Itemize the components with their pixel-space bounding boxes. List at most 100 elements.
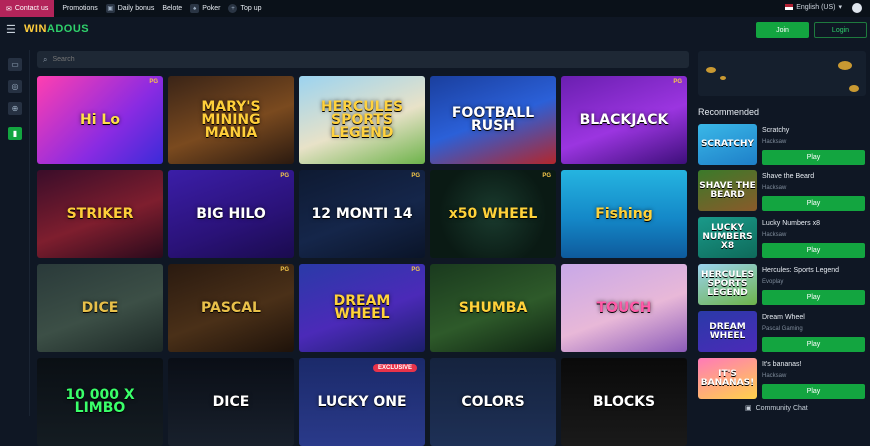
coin-icon <box>849 85 859 92</box>
chevron-down-icon: ▾ <box>838 4 842 11</box>
recommended-heading: Recommended <box>698 107 760 117</box>
game-title: DICE <box>212 393 250 410</box>
nav-poker[interactable]: ♠ Poker <box>190 4 220 13</box>
game-title: SHUMBA <box>458 299 528 316</box>
game-title: STRIKER <box>66 205 134 222</box>
casino-icon[interactable]: ▭ <box>8 58 22 71</box>
game-thumbnail[interactable]: SCRATCHY <box>698 124 757 165</box>
game-thumbnail[interactable]: SHAVE THE BEARD <box>698 170 757 211</box>
game-tile[interactable]: BIG HILO PG <box>168 170 294 258</box>
game-title: 12 MONTI 14 <box>311 205 413 222</box>
live-casino-icon[interactable]: ◎ <box>8 80 22 93</box>
game-tile[interactable]: MARY'S MINING MANIA <box>168 76 294 164</box>
recommended-item: LUCKY NUMBERS X8 Lucky Numbers x8 Hacksaw P… <box>698 217 866 261</box>
game-tile[interactable]: 10 000 X LIMBO <box>37 358 163 446</box>
game-tile[interactable]: DREAM WHEEL PG <box>299 264 425 352</box>
flag-us-icon <box>785 4 794 10</box>
game-name[interactable]: Hercules: Sports Legend <box>762 267 839 274</box>
game-tile[interactable]: Fishing <box>561 170 687 258</box>
cards-icon: ♠ <box>190 4 200 13</box>
provider-badge: PG <box>411 173 420 179</box>
search-input[interactable] <box>52 56 653 63</box>
recommended-item: HERCULES SPORTS LEGEND Hercules: Sports L… <box>698 264 866 308</box>
game-provider: Pascal Gaming <box>762 326 803 332</box>
community-chat-button[interactable]: ▣ Community Chat <box>745 404 808 413</box>
nav-top-up[interactable]: + Top up <box>228 4 262 13</box>
language-selector[interactable]: English (US) ▾ <box>785 3 842 11</box>
game-tile[interactable]: FOOTBALL RUSH <box>430 76 556 164</box>
game-name[interactable]: Shave the Beard <box>762 173 814 180</box>
game-tile[interactable]: DICE <box>168 358 294 446</box>
recommended-item: IT'S BANANAS! It's bananas! Hacksaw Play <box>698 358 866 402</box>
game-thumbnail[interactable]: HERCULES SPORTS LEGEND <box>698 264 757 305</box>
recommended-item: SHAVE THE BEARD Shave the Beard Hacksaw Pla… <box>698 170 866 214</box>
game-tile[interactable]: Hi Lo PG <box>37 76 163 164</box>
game-provider: Hacksaw <box>762 373 787 379</box>
game-title: LUCKY ONE <box>317 393 407 410</box>
game-name[interactable]: Dream Wheel <box>762 314 805 321</box>
sports-icon[interactable]: ⊕ <box>8 102 22 115</box>
game-title: BLACKJACK <box>579 111 669 128</box>
game-title: MARY'S MINING MANIA <box>201 98 261 141</box>
game-title: DICE <box>81 299 119 316</box>
game-tile[interactable]: STRIKER <box>37 170 163 258</box>
play-button[interactable]: Play <box>762 384 865 399</box>
provider-badge: PG <box>149 79 158 85</box>
search-icon: ⌕ <box>43 54 48 64</box>
play-button[interactable]: Play <box>762 290 865 305</box>
play-button[interactable]: Play <box>762 150 865 165</box>
game-tile[interactable]: PASCAL PG <box>168 264 294 352</box>
nav-belote[interactable]: Belote <box>162 5 182 12</box>
game-tile[interactable]: 12 MONTI 14 PG <box>299 170 425 258</box>
game-grid: Hi Lo PG MARY'S MINING MANIA HERCULES SPORT… <box>37 76 689 446</box>
game-thumbnail[interactable]: DREAM WHEEL <box>698 311 757 352</box>
game-name[interactable]: Scratchy <box>762 127 789 134</box>
play-button[interactable]: Play <box>762 243 865 258</box>
game-tile[interactable]: DICE <box>37 264 163 352</box>
game-tile[interactable]: BLACKJACK PG <box>561 76 687 164</box>
game-title: FOOTBALL RUSH <box>451 105 535 134</box>
provider-badge: PG <box>280 173 289 179</box>
top-bar: ✉ Contact us Promotions ▣ Daily bonus Be… <box>0 0 870 17</box>
game-tile[interactable]: BLOCKS <box>561 358 687 446</box>
game-tile[interactable]: HERCULES SPORTS LEGEND <box>299 76 425 164</box>
play-button[interactable]: Play <box>762 196 865 211</box>
nav-promotions[interactable]: Promotions <box>62 5 97 12</box>
nav-daily-bonus[interactable]: ▣ Daily bonus <box>105 4 154 13</box>
game-tile[interactable]: TOUCH <box>561 264 687 352</box>
game-name[interactable]: It's bananas! <box>762 361 801 368</box>
wallet-icon: + <box>228 4 238 13</box>
login-button[interactable]: Login <box>814 22 867 38</box>
search-bar[interactable]: ⌕ <box>37 51 689 68</box>
gift-icon: ▣ <box>105 4 115 13</box>
game-tile[interactable]: x50 WHEEL PG <box>430 170 556 258</box>
game-provider: Evoplay <box>762 279 784 285</box>
game-title: HERCULES SPORTS LEGEND <box>320 98 404 141</box>
chat-icon: ▣ <box>745 405 752 412</box>
game-provider: Hacksaw <box>762 232 787 238</box>
game-tile[interactable]: SHUMBA <box>430 264 556 352</box>
game-thumbnail[interactable]: IT'S BANANAS! <box>698 358 757 399</box>
game-title: Fishing <box>595 205 653 222</box>
game-title: BIG HILO <box>196 205 266 222</box>
game-provider: Hacksaw <box>762 185 787 191</box>
game-tile[interactable]: COLORS <box>430 358 556 446</box>
provider-badge: PG <box>542 173 551 179</box>
promotions-icon[interactable]: ▮ <box>8 127 22 140</box>
play-button[interactable]: Play <box>762 337 865 352</box>
game-title: 10 000 X LIMBO <box>65 387 135 416</box>
chat-bubble-icon: ✉ <box>6 5 12 13</box>
hamburger-menu-icon[interactable]: ☰ <box>6 25 16 36</box>
promo-banner[interactable] <box>698 51 866 96</box>
game-title: BLOCKS <box>592 393 656 410</box>
game-name[interactable]: Lucky Numbers x8 <box>762 220 820 227</box>
site-logo[interactable]: WINADOUS <box>24 23 89 35</box>
game-title: PASCAL <box>201 299 261 316</box>
contact-us-button[interactable]: ✉ Contact us <box>0 0 55 17</box>
theme-toggle-icon[interactable] <box>852 3 862 13</box>
game-title: COLORS <box>461 393 525 410</box>
game-thumbnail[interactable]: LUCKY NUMBERS X8 <box>698 217 757 258</box>
game-tile[interactable]: LUCKY ONE EXCLUSIVE <box>299 358 425 446</box>
recommended-item: SCRATCHY Scratchy Hacksaw Play <box>698 124 866 168</box>
join-button[interactable]: Join <box>756 22 809 38</box>
